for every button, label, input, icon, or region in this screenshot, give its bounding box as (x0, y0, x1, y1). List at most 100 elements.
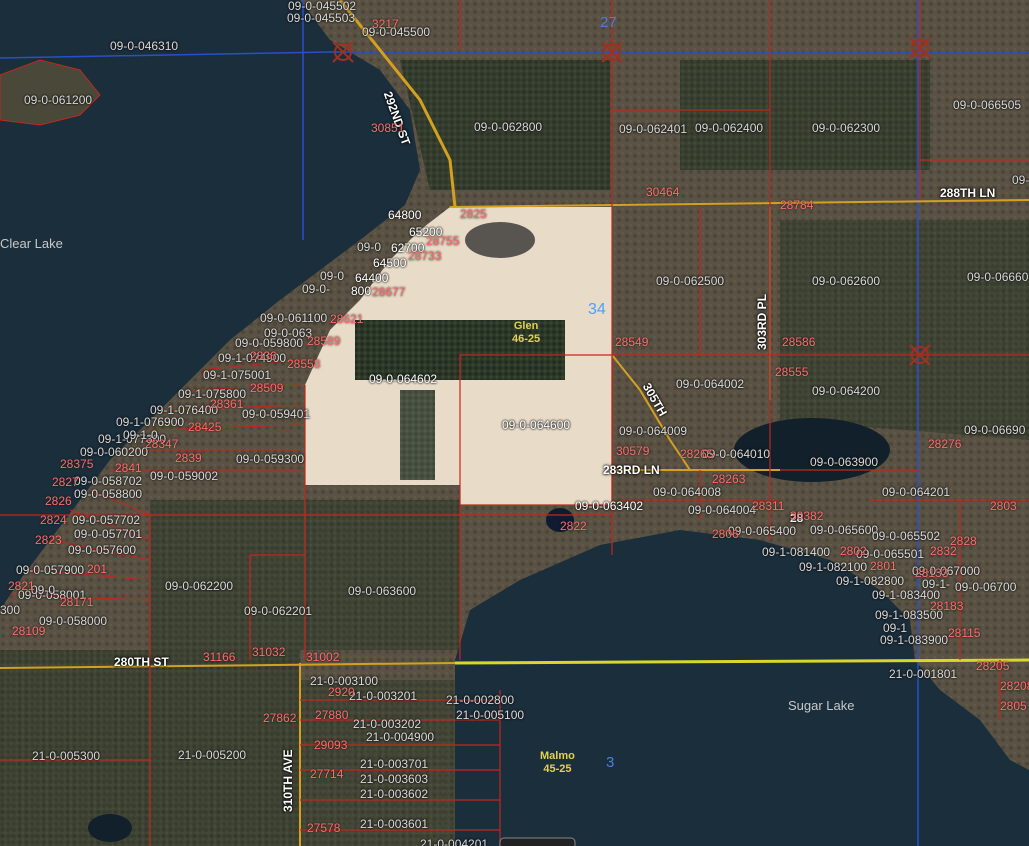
address-number[interactable]: 28555 (775, 366, 808, 378)
address-number[interactable]: 3217 (372, 18, 399, 30)
parcel-id[interactable]: 09-0 (357, 241, 381, 253)
parcel-id[interactable]: 21-0-003601 (360, 818, 428, 830)
parcel-id[interactable]: 21-0-001801 (889, 668, 957, 680)
parcel-id[interactable]: 09-0-062600 (812, 275, 880, 287)
address-number[interactable]: 31002 (306, 651, 339, 663)
map-tab[interactable] (499, 837, 576, 846)
address-number[interactable]: 2821 (8, 580, 35, 592)
parcel-id[interactable]: 21-0-004201 (420, 838, 488, 846)
parcel-map[interactable]: Clear Lake Sugar Lake Glen 46-25 Malmo 45-… (0, 0, 1029, 846)
address-number[interactable]: 2805 (1000, 700, 1027, 712)
address-number[interactable]: 31166 (203, 651, 235, 663)
parcel-id[interactable]: 09-0-065600 (810, 524, 878, 536)
parcel-id[interactable]: 09-0- (302, 283, 330, 295)
address-number[interactable]: 2832 (930, 545, 957, 557)
parcel-id[interactable]: 21-0-003603 (360, 773, 428, 785)
parcel-id[interactable]: 09-0-062400 (695, 122, 763, 134)
parcel-id[interactable]: 09-0-064008 (653, 486, 721, 498)
parcel-id[interactable]: 09-0-058800 (74, 488, 142, 500)
parcel-id[interactable]: 21-0-003201 (349, 690, 417, 702)
address-number[interactable]: 30579 (616, 445, 649, 457)
address-number[interactable]: 28784 (780, 199, 813, 211)
address-number[interactable]: 28586 (782, 336, 815, 348)
parcel-id[interactable]: 09-0-057900 (16, 564, 84, 576)
address-number[interactable]: 28558 (287, 358, 320, 370)
parcel-id[interactable]: 09-0-065502 (872, 530, 940, 542)
address-number[interactable]: 28265 (680, 448, 713, 460)
address-number[interactable]: 28361 (210, 398, 243, 410)
address-number[interactable]: 27862 (263, 712, 296, 724)
parcel-id[interactable]: 21-0-005300 (32, 750, 100, 762)
parcel-id[interactable]: 09-1-081400 (762, 546, 830, 558)
parcel-id[interactable]: 09-0-06690 (964, 424, 1025, 436)
parcel-id[interactable]: 09-0-064602 (369, 373, 437, 385)
address-number[interactable]: 27880 (315, 709, 348, 721)
address-number[interactable]: 2801 (870, 560, 897, 572)
parcel-id[interactable]: 09-0-059401 (242, 408, 310, 420)
address-number[interactable]: 27578 (307, 822, 340, 834)
parcel-id[interactable]: 09-0-062500 (656, 275, 724, 287)
parcel-id[interactable]: 09-0-059300 (236, 453, 304, 465)
address-number[interactable]: 28755 (426, 235, 459, 247)
address-number[interactable]: 28171 (60, 596, 93, 608)
parcel-id[interactable]: 09-0-06700 (955, 581, 1016, 593)
address-number[interactable]: 28109 (12, 625, 45, 637)
address-number[interactable]: 2806 (712, 528, 739, 540)
parcel-id[interactable]: 21-0-003602 (360, 788, 428, 800)
address-number[interactable]: 30464 (646, 186, 679, 198)
address-number[interactable]: 28375 (60, 458, 93, 470)
address-number[interactable]: 28115 (948, 627, 980, 639)
parcel-id[interactable]: 09-0-063 (264, 327, 312, 339)
parcel-id[interactable]: 21-0-003202 (353, 718, 421, 730)
parcel-id[interactable]: 09-0-064200 (812, 385, 880, 397)
parcel-id[interactable]: 09-0-046310 (110, 40, 178, 52)
parcel-id[interactable]: 21-0-005100 (456, 709, 524, 721)
parcel-id[interactable]: 09-0-057702 (72, 514, 140, 526)
address-number[interactable]: 28425 (188, 421, 221, 433)
parcel-id[interactable]: 21-0-003701 (360, 758, 428, 770)
parcel-id[interactable]: 09-1-075001 (203, 369, 271, 381)
parcel-id[interactable]: 09-0-062401 (619, 123, 687, 135)
parcel-id[interactable]: 09-1-082800 (836, 575, 904, 587)
parcel-id[interactable]: 09-0-064009 (619, 425, 687, 437)
address-number[interactable]: 2826 (45, 495, 72, 507)
address-number[interactable]: 28677 (372, 286, 405, 298)
parcel-id[interactable]: 09-0-059002 (150, 470, 218, 482)
address-number[interactable]: 28183 (930, 600, 963, 612)
address-number[interactable]: 2824 (40, 514, 67, 526)
parcel-id[interactable]: 09-1-076900 (116, 416, 184, 428)
address-number[interactable]: 28733 (408, 250, 441, 262)
address-number[interactable]: 28133 (915, 567, 948, 579)
address-number[interactable]: 28208 (1000, 680, 1029, 692)
parcel-id[interactable]: 21-0-004900 (366, 731, 434, 743)
address-number[interactable]: 28549 (615, 336, 648, 348)
address-number[interactable]: 30382 (790, 510, 823, 522)
parcel-id[interactable]: 09-0-064201 (882, 486, 950, 498)
parcel-id[interactable]: 09- (1012, 174, 1029, 186)
address-number[interactable]: 28589 (307, 335, 340, 347)
address-number[interactable]: 31032 (252, 646, 285, 658)
parcel-id[interactable]: 09-0-058000 (39, 615, 107, 627)
parcel-id[interactable]: 09-1-082100 (799, 561, 867, 573)
parcel-id[interactable]: 09-0-063402 (575, 500, 643, 512)
address-number[interactable]: 28509 (250, 382, 283, 394)
parcel-id[interactable]: 09-0 (320, 270, 344, 282)
address-number[interactable]: 28205 (976, 660, 1009, 672)
parcel-id[interactable]: 09-0-062800 (474, 121, 542, 133)
parcel-id[interactable]: 09-1-083900 (880, 634, 948, 646)
address-number[interactable]: 2836 (250, 350, 277, 362)
address-number[interactable]: 27714 (310, 768, 343, 780)
address-number[interactable]: 28263 (712, 473, 745, 485)
parcel-id[interactable]: 09-0-063600 (348, 585, 416, 597)
address-number[interactable]: 28347 (145, 438, 178, 450)
parcel-id[interactable]: 64400 (355, 272, 388, 284)
parcel-id[interactable]: 09-0-062200 (165, 580, 233, 592)
parcel-id[interactable]: 09-0-057701 (74, 528, 142, 540)
address-number[interactable]: 28311 (752, 500, 784, 512)
address-number[interactable]: 201 (87, 563, 107, 575)
parcel-id[interactable]: 09-0-066505 (953, 99, 1021, 111)
parcel-id[interactable]: 21-0-002800 (446, 694, 514, 706)
address-number[interactable]: 2841 (115, 462, 142, 474)
parcel-id[interactable]: 09-1 (883, 622, 907, 634)
address-number[interactable]: 30851 (371, 122, 404, 134)
